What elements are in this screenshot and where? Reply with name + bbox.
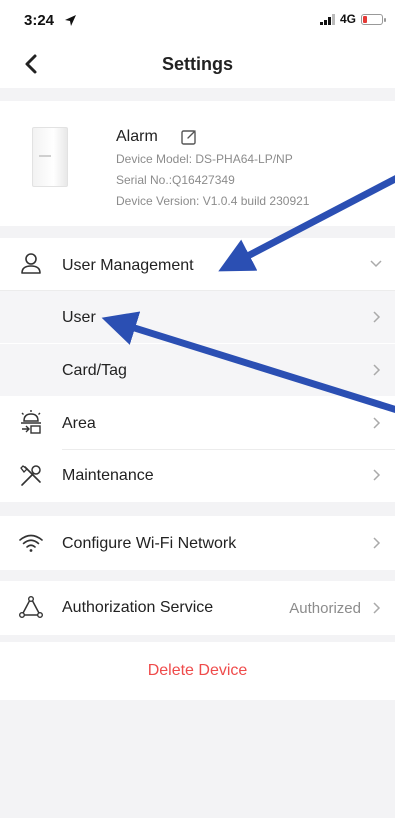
chevron-down-icon xyxy=(370,260,382,268)
chevron-right-icon xyxy=(373,417,381,429)
authorization-status: Authorized xyxy=(289,600,361,617)
nav-bar: Settings xyxy=(0,40,395,88)
network-label: 4G xyxy=(339,12,356,26)
user-label: User xyxy=(62,309,96,326)
status-time: 3:24 xyxy=(24,12,55,29)
user-management-label: User Management xyxy=(62,257,194,274)
area-row[interactable]: Area xyxy=(0,397,395,449)
authorization-icon xyxy=(19,596,44,619)
location-arrow-icon xyxy=(65,15,76,26)
status-indicators: 4G xyxy=(319,12,386,26)
user-row[interactable]: User xyxy=(0,291,395,343)
area-label: Area xyxy=(62,415,96,432)
delete-device-section: Delete Device xyxy=(0,642,395,700)
chevron-right-icon xyxy=(373,469,381,481)
authorization-group: Authorization Service Authorized xyxy=(0,581,395,635)
authorization-service-label: Authorization Service xyxy=(62,599,214,616)
edit-icon[interactable] xyxy=(180,128,198,146)
configure-wifi-label: Configure Wi-Fi Network xyxy=(62,535,237,552)
delete-device-button[interactable]: Delete Device xyxy=(0,662,395,680)
maintenance-label: Maintenance xyxy=(62,467,154,484)
device-image xyxy=(32,127,68,187)
authorization-service-row[interactable]: Authorization Service Authorized xyxy=(0,581,395,635)
settings-menu-group: User Management User Card/Tag Area Maint… xyxy=(0,238,395,502)
card-tag-label: Card/Tag xyxy=(62,362,127,379)
device-info-card: Alarm Device Model: DS-PHA64-LP/NP Seria… xyxy=(0,101,395,226)
chevron-right-icon xyxy=(373,602,381,614)
user-management-row[interactable]: User Management xyxy=(0,238,395,290)
device-name: Alarm xyxy=(116,128,158,145)
signal-icon xyxy=(319,13,335,25)
page-title: Settings xyxy=(161,54,233,74)
device-version: Device Version: V1.0.4 build 230921 xyxy=(116,194,310,208)
device-serial: Serial No.:Q16427349 xyxy=(116,173,235,187)
device-model: Device Model: DS-PHA64-LP/NP xyxy=(116,152,293,166)
user-icon xyxy=(21,253,41,274)
maintenance-row[interactable]: Maintenance xyxy=(0,450,395,502)
chevron-right-icon xyxy=(373,311,381,323)
chevron-right-icon xyxy=(373,537,381,549)
configure-wifi-row[interactable]: Configure Wi-Fi Network xyxy=(0,516,395,570)
wifi-icon xyxy=(19,534,43,552)
tools-icon xyxy=(20,465,41,486)
area-icon xyxy=(21,410,41,434)
chevron-right-icon xyxy=(373,364,381,376)
status-bar: 3:24 4G xyxy=(0,0,395,40)
card-tag-row[interactable]: Card/Tag xyxy=(0,344,395,396)
battery-icon xyxy=(361,13,386,25)
wifi-group: Configure Wi-Fi Network xyxy=(0,516,395,570)
